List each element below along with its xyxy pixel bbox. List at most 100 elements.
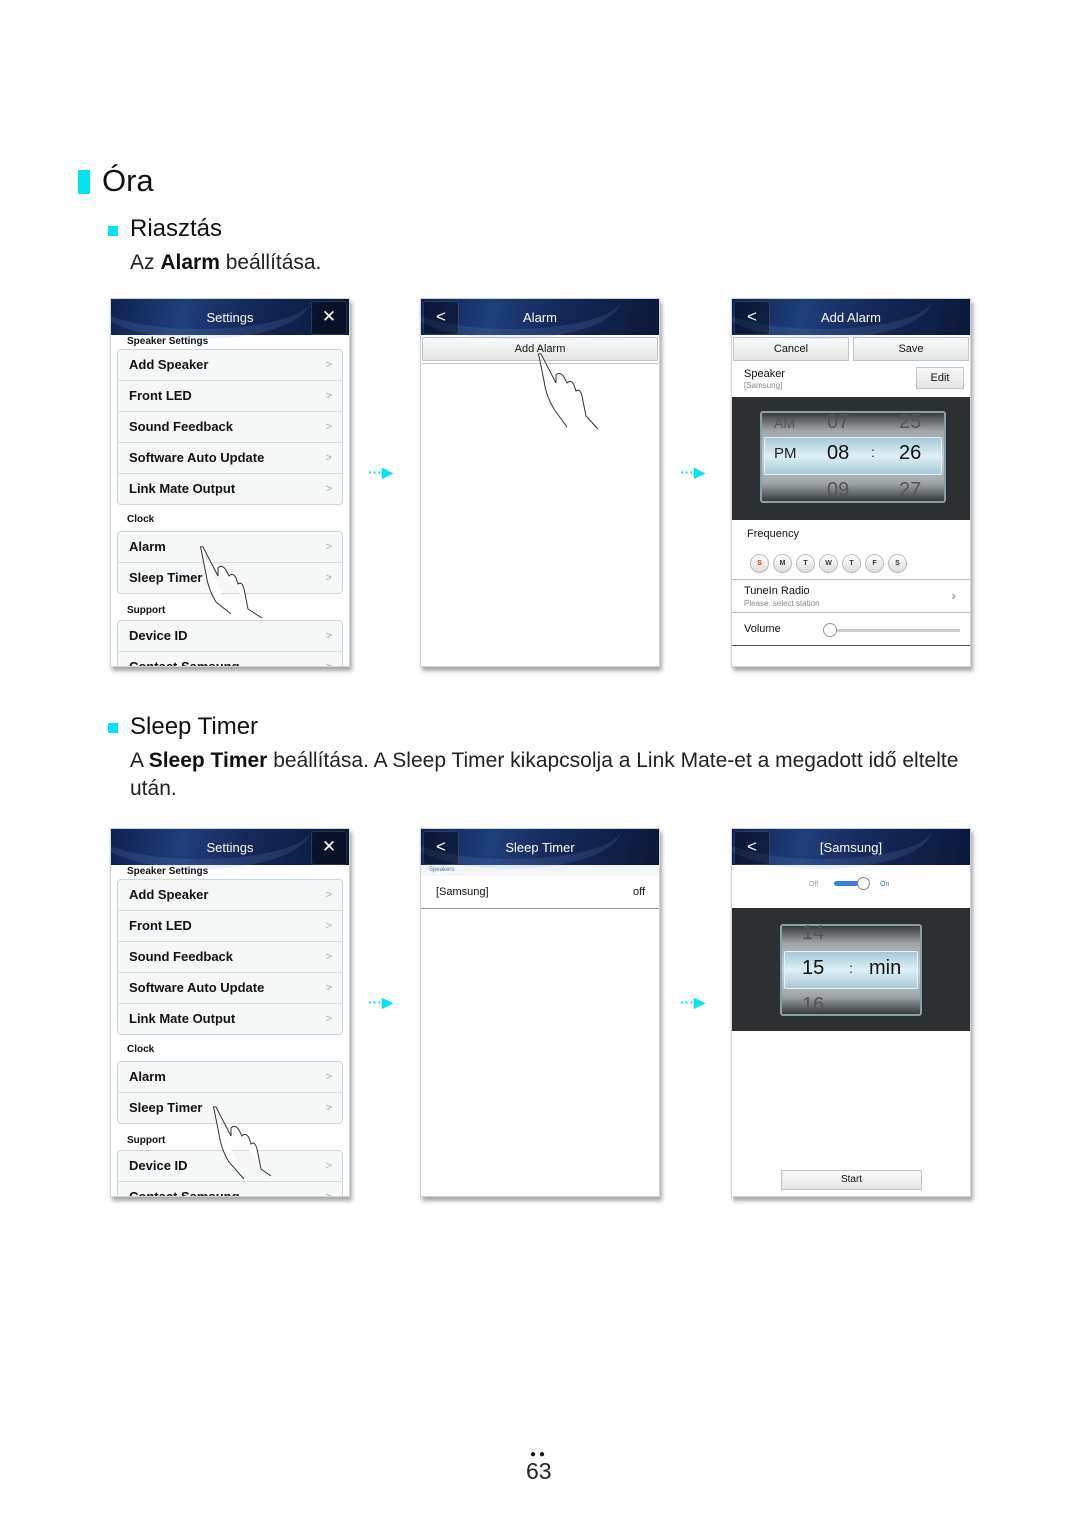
day-thursday[interactable]: T xyxy=(842,554,861,573)
chevron-right-icon: > xyxy=(325,359,332,371)
section-title-sleep-timer: Sleep Timer xyxy=(130,713,259,740)
menu-alarm[interactable]: Alarm > xyxy=(118,1062,342,1092)
chevron-right-icon: > xyxy=(325,483,332,495)
menu-software-auto-update[interactable]: Software Auto Update > xyxy=(118,442,342,473)
timer-status: off xyxy=(632,886,645,898)
section-title-alarm: Riasztás xyxy=(130,215,223,242)
add-alarm-screen: < Add Alarm Cancel Save Speaker [Samsung]… xyxy=(731,298,971,667)
section-desc-sleep-timer: A Sleep Timer beállítása. A Sleep Timer … xyxy=(130,749,959,800)
sleep-timer-title: Sleep Timer xyxy=(505,840,575,855)
arrow-right-icon: ···▶ xyxy=(680,994,705,1010)
menu-sound-feedback[interactable]: Sound Feedback > xyxy=(118,411,342,442)
heading-bar xyxy=(78,170,90,194)
cancel-button[interactable]: Cancel xyxy=(733,337,849,361)
sleep-detail-header: < [Samsung] xyxy=(732,829,970,869)
minute-prev: 25 xyxy=(899,411,922,433)
minute-value: 26 xyxy=(899,442,922,464)
toggle-row: Off On xyxy=(732,865,970,908)
time-separator: : xyxy=(871,444,875,460)
chevron-right-icon: > xyxy=(325,541,332,553)
sleep-timer-screen: < Sleep Timer Speakers [Samsung] off xyxy=(420,828,660,1197)
day-sunday[interactable]: S xyxy=(750,554,769,573)
back-icon[interactable]: < xyxy=(423,301,459,335)
chevron-right-icon: > xyxy=(325,1013,332,1025)
volume-row: Volume xyxy=(732,613,970,646)
speaker-name: [Samsung] xyxy=(436,886,489,898)
duration-unit: min xyxy=(869,957,902,979)
hour-value: 08 xyxy=(827,442,850,464)
menu-link-mate-output[interactable]: Link Mate Output > xyxy=(118,473,342,504)
menu-sound-feedback[interactable]: Sound Feedback > xyxy=(118,941,342,972)
page-heading: Óra xyxy=(102,163,154,198)
ampm-value: PM xyxy=(774,445,797,462)
menu-front-led[interactable]: Front LED > xyxy=(118,910,342,941)
tunein-sub: Please, select station xyxy=(744,599,820,608)
day-wednesday[interactable]: W xyxy=(819,554,838,573)
speaker-row: Speaker [Samsung] Edit xyxy=(732,363,970,397)
hour-prev: 07 xyxy=(827,411,850,433)
toggle-on-label: On xyxy=(880,881,890,888)
bullet-icon xyxy=(108,226,118,236)
minute-next: 27 xyxy=(899,479,922,501)
tap-hand-icon xyxy=(537,353,599,430)
chevron-right-icon: > xyxy=(325,630,332,642)
add-alarm-title: Add Alarm xyxy=(821,310,881,325)
chevron-right-icon: > xyxy=(325,1191,332,1197)
back-icon[interactable]: < xyxy=(734,831,770,865)
time-picker[interactable]: AM PM 07 08 09 : 25 26 27 xyxy=(732,397,970,520)
arrow-right-icon: ···▶ xyxy=(368,464,393,480)
menu-add-speaker[interactable]: Add Speaker > xyxy=(118,350,342,380)
tunein-label: TuneIn Radio xyxy=(744,585,810,597)
menu-device-id[interactable]: Device ID > xyxy=(118,621,342,651)
alarm-header: < Alarm xyxy=(421,299,659,339)
day-friday[interactable]: F xyxy=(865,554,884,573)
add-alarm-header: < Add Alarm xyxy=(732,299,970,339)
speaker-label: Speaker xyxy=(744,368,785,380)
settings-header: Settings ✕ xyxy=(111,299,349,339)
back-icon[interactable]: < xyxy=(423,831,459,865)
page-number: 63 xyxy=(526,1458,552,1484)
duration-prev: 14 xyxy=(802,922,825,944)
chevron-right-icon: > xyxy=(325,982,332,994)
toggle-knob[interactable] xyxy=(857,877,870,890)
chevron-right-icon: > xyxy=(325,572,332,584)
menu-add-speaker[interactable]: Add Speaker > xyxy=(118,880,342,910)
chevron-right-icon: > xyxy=(325,452,332,464)
volume-slider-handle[interactable] xyxy=(823,623,837,637)
speaker-group: Add Speaker > Front LED > Sound Feedback > … xyxy=(117,349,343,505)
menu-software-auto-update[interactable]: Software Auto Update > xyxy=(118,972,342,1003)
duration-next: 16 xyxy=(802,994,825,1016)
chevron-right-icon: > xyxy=(325,1102,332,1114)
tunein-row[interactable]: TuneIn Radio Please, select station › xyxy=(732,580,970,613)
volume-slider[interactable] xyxy=(827,629,960,632)
speaker-timer-row[interactable]: [Samsung] off xyxy=(421,876,659,909)
frequency-label: Frequency xyxy=(747,528,799,540)
settings-title: Settings xyxy=(206,310,254,325)
duration-picker[interactable]: 14 15 16 : min xyxy=(732,908,970,1031)
duration-separator: : xyxy=(849,960,853,976)
day-selector: SMTWTFS xyxy=(732,540,970,580)
support-group: Device ID > Contact Samsung > xyxy=(117,620,343,667)
section-desc-alarm: Az Alarm beállítása. xyxy=(130,251,322,274)
close-icon[interactable]: ✕ xyxy=(311,831,347,865)
ampm-prev: AM xyxy=(774,415,795,431)
day-tuesday[interactable]: T xyxy=(796,554,815,573)
menu-link-mate-output[interactable]: Link Mate Output > xyxy=(118,1003,342,1034)
chevron-right-icon: > xyxy=(325,390,332,402)
tap-hand-icon xyxy=(199,546,263,619)
back-icon[interactable]: < xyxy=(734,301,770,335)
save-button[interactable]: Save xyxy=(853,337,969,361)
duration-value: 15 xyxy=(802,957,825,979)
day-saturday[interactable]: S xyxy=(888,554,907,573)
chevron-right-icon: > xyxy=(325,661,332,667)
start-button[interactable]: Start xyxy=(781,1170,922,1190)
speaker-value: [Samsung] xyxy=(744,381,783,390)
day-monday[interactable]: M xyxy=(773,554,792,573)
edit-button[interactable]: Edit xyxy=(916,367,964,389)
settings-header: Settings ✕ xyxy=(111,829,349,869)
menu-contact-samsung[interactable]: Contact Samsung > xyxy=(118,651,342,667)
settings-title: Settings xyxy=(206,840,254,855)
menu-front-led[interactable]: Front LED > xyxy=(118,380,342,411)
close-icon[interactable]: ✕ xyxy=(311,301,347,335)
tap-hand-icon xyxy=(212,1106,272,1180)
